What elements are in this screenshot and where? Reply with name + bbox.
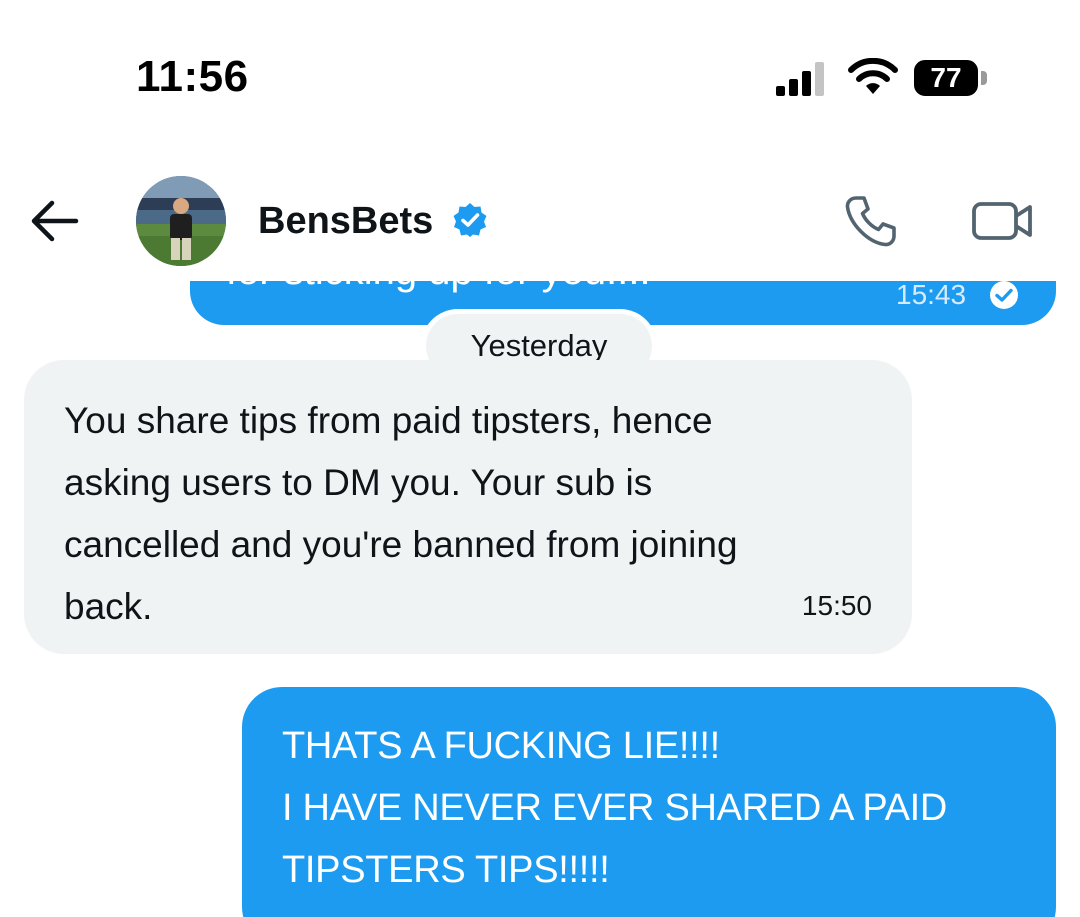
battery-cap (981, 71, 987, 85)
video-camera-icon[interactable] (970, 196, 1036, 246)
back-arrow-icon[interactable] (28, 198, 80, 244)
avatar[interactable] (136, 176, 226, 266)
wifi-icon (848, 58, 898, 94)
signal-icon (776, 62, 824, 96)
read-check-icon (990, 281, 1018, 309)
verified-badge-icon (453, 203, 487, 237)
incoming-message-bubble[interactable]: You share tips from paid tipsters, hence… (24, 360, 912, 654)
message-line: back. (64, 586, 153, 627)
message-line: cancelled and you're banned from joining (64, 524, 738, 565)
message-text: You share tips from paid tipsters, hence… (64, 390, 884, 638)
message-line: TIPSTERS TIPS!!!!! (282, 849, 610, 891)
outgoing-message-bubble[interactable]: THATS A FUCKING LIE!!!! I HAVE NEVER EVE… (242, 687, 1056, 917)
message-line: THATS A FUCKING LIE!!!! (282, 725, 720, 767)
message-list[interactable]: for sticking up for you!!!! 15:43 Yester… (0, 281, 1080, 917)
dm-conversation-screen: 11:56 77 BensBets 15:43 Yesterday You sh… (0, 0, 1080, 917)
message-text: for sticking up for you!!!! (226, 281, 651, 294)
message-timestamp: 15:43 (896, 281, 967, 310)
status-time: 11:56 (136, 52, 249, 101)
battery-level: 77 (914, 60, 978, 96)
message-timestamp: 15:50 (801, 590, 872, 621)
message-text: THATS A FUCKING LIE!!!! I HAVE NEVER EVE… (282, 715, 1042, 901)
contact-name[interactable]: BensBets (258, 200, 433, 243)
message-line: asking users to DM you. Your sub is (64, 462, 653, 503)
battery-icon: 77 (914, 60, 990, 98)
message-line: I HAVE NEVER EVER SHARED A PAID (282, 787, 948, 829)
message-line: You share tips from paid tipsters, hence (64, 400, 713, 441)
phone-icon[interactable] (842, 192, 900, 250)
